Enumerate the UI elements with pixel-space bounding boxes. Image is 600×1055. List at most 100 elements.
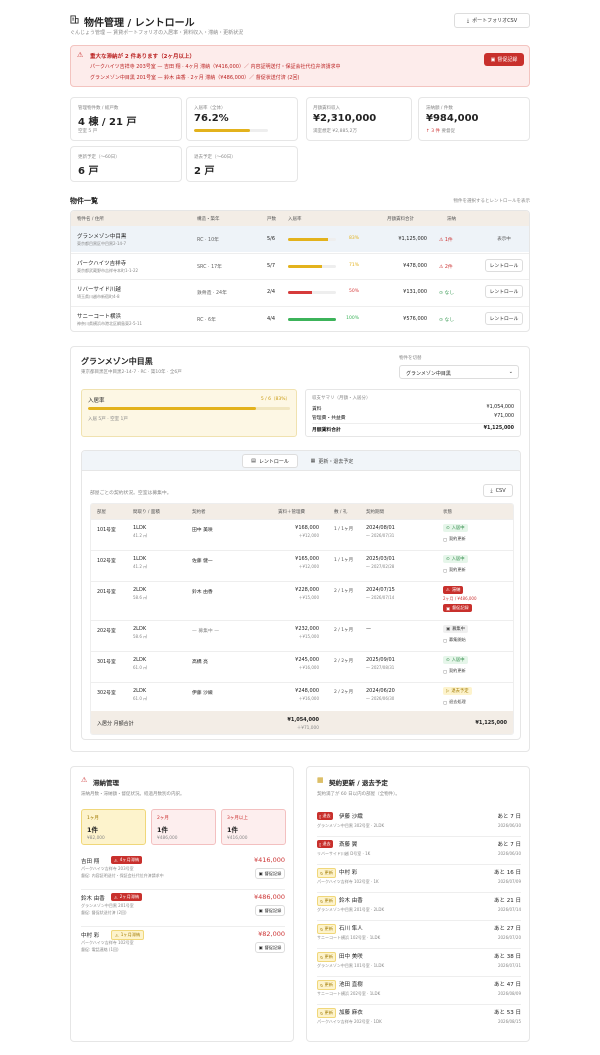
list-item[interactable]: ↻ 更新 池田 直樹 サニーコート横浜 202号室 · 1LDK あと 47 日 2026… (317, 976, 521, 1004)
dunning-note: 督促: 督促状送付済 (2回) (81, 910, 127, 915)
calendar-icon: ▦ (310, 458, 316, 464)
property-list-hint: 物件を選択するとレントロールを表示 (453, 199, 531, 204)
rentroll-header: 部屋 間取り / 面積 契約者 賃料＋管理費 敷 / 礼 契約期間 状態 (91, 504, 513, 519)
rentroll-table: 部屋 間取り / 面積 契約者 賃料＋管理費 敷 / 礼 契約期間 状態 101… (90, 503, 514, 735)
record-icon: ▣ (490, 56, 496, 63)
tenant-name: 鈴木 由香 (339, 898, 363, 904)
property-switch-select[interactable]: グランメゾン中目黒 ⌄ (399, 365, 519, 379)
tenant-name: 石川 隼人 (339, 926, 363, 932)
alert-record-button[interactable]: ▣ 督促記録 (484, 53, 524, 66)
delinquency-status: ⊙ なし (439, 291, 455, 296)
property-name: サニーコート横浜 (77, 313, 122, 320)
table-row[interactable]: グランメゾン中目黒 東京都目黒区中目黒2-14-7 RC · 10年 5/6 83% ¥1… (71, 226, 529, 252)
record-icon: ▣ (258, 871, 263, 876)
refresh-icon: ↻ (320, 954, 324, 960)
row-action-link[interactable]: ▢ 契約更新 (443, 668, 466, 674)
table-row[interactable]: 101号室 1LDK 41.2 ㎡ 田中 美咲 ¥168,000 ＋¥12,000 1 / … (91, 519, 513, 550)
kpi-value: 4 棟 / 21 戸 (78, 117, 137, 128)
expiry-date: 2026/06/30 (497, 823, 521, 828)
row-divider (71, 252, 529, 254)
delinquency-badge: ⚠ 2ヶ月滞納 (111, 893, 143, 901)
table-row[interactable]: 301号室 2LDK 61.0 ㎡ 高橋 亮 ¥245,000 ＋¥16,000 2 / 2… (91, 651, 513, 682)
tenant-name: 中村 彩 (339, 870, 358, 876)
row-action-link[interactable]: ▢ 退去処理 (443, 699, 466, 705)
tenant-name: 佐藤 健一 (192, 559, 213, 564)
dunning-record-button[interactable]: ▣ 督促記録 (255, 942, 285, 953)
row-divider (91, 651, 513, 652)
status-icon: ⊙ (446, 556, 450, 562)
list-item[interactable]: ↻ 更新 加藤 麻衣 パークハイツ吉祥寺 202号室 · 1DK あと 53 日 2026… (317, 1004, 521, 1032)
list-item[interactable]: ▯ 退去 伊藤 沙織 グランメゾン中目黒 302号室 · 2LDK あと 7 日 2026… (317, 810, 521, 836)
property-units: 5/7 (267, 262, 276, 269)
alert-line-2: グランメゾン中目黒 201号室 — 鈴木 由香 · 2ヶ月 滞納（¥486,00… (90, 75, 300, 81)
occupancy-label: 83% (348, 236, 359, 241)
delinquent-amount: ¥486,000 (253, 893, 285, 901)
kpi-value: 2 戸 (194, 166, 215, 177)
status-icon: ⚠ (446, 587, 450, 593)
dunning-record-button[interactable]: ▣ 督促記録 (255, 868, 285, 879)
row-action-link[interactable]: ▢ 募集開始 (443, 637, 466, 643)
table-row[interactable]: 202号室 2LDK 58.6 ㎡ — 募集中 — ¥232,000 ＋¥15,000 2 … (91, 620, 513, 651)
property-address: 神奈川県横浜市港北区綱島東2-5-11 (77, 320, 143, 326)
renewal-unit: サニーコート横浜 202号室 · 1LDK (317, 991, 381, 996)
days-remaining: あと 38 日 (494, 954, 521, 960)
contract-end: 〜 2027/02/28 (366, 564, 395, 569)
occupancy-box: 入居率 5 / 6（83%） 入居 5戸 · 空室 1戸 (81, 389, 297, 437)
expiry-date: 2026/07/20 (497, 935, 521, 940)
dunning-record-button[interactable]: ▣ 督促記録 (255, 905, 285, 916)
table-row[interactable]: リバーサイド川越 埼玉県川越市新宿町4-8 鉄骨造 · 24年 2/4 50% ¥131,… (71, 279, 529, 305)
bucket-2m[interactable]: 2ヶ月 1件 ¥486,000 (151, 809, 216, 845)
kpi-value: ¥2,310,000 (313, 113, 377, 124)
row-divider (71, 279, 529, 280)
delinquency-status: ⚠ 2件 (439, 264, 453, 270)
warning-icon: ⚠ (77, 51, 84, 59)
list-item[interactable]: ↻ 更新 中村 彩パークハイツ吉祥寺 102号室 · 1K あと 16 日 2026/0… (317, 864, 521, 892)
warning-icon: ⚠ (81, 776, 88, 784)
status-badge: ▷ 退去予定 (443, 687, 472, 695)
bucket-3m-plus[interactable]: 3ヶ月以上 1件 ¥416,000 (221, 809, 286, 845)
row-action-link[interactable]: ▢ 契約更新 (443, 567, 466, 573)
kpi-card-renewals: 更新予定（〜60日） 6 戸 (70, 146, 182, 182)
delinquent-amount: ¥82,000 (258, 930, 285, 938)
property-units: 2/4 (267, 289, 276, 295)
room-number: 301号室 (97, 660, 116, 665)
record-icon: ▣ (446, 605, 450, 611)
rentroll-button[interactable]: レントロール (485, 258, 523, 272)
room-area: 58.6 ㎡ (133, 634, 148, 639)
row-action-link[interactable]: ▢ 契約更新 (443, 536, 466, 542)
rentroll-footer: 入居分 月額合計 ¥1,054,000 ＋¥71,000 ¥1,125,000 (91, 711, 513, 734)
document-icon: ▢ (443, 699, 447, 705)
days-remaining: あと 7 日 (497, 842, 522, 848)
occupancy-progress-bar (194, 129, 268, 132)
portfolio-csv-button[interactable]: ⤓ ポートフォリオCSV (454, 13, 530, 28)
delinquency-panel: ⚠ 滞納管理 滞納月数・滞納額・督促状況。経過月数別の内訳。 1ヶ月 1件 ¥8… (70, 766, 294, 1042)
list-item[interactable]: ▯ 退去 斎藤 翼リバーサイド川越 D号室 · 1K あと 7 日 2026/06/30 (317, 836, 522, 864)
delinquency-status: ⊙ なし (439, 317, 455, 323)
tab-rentroll[interactable]: ▤ レントロール (242, 454, 298, 468)
list-item[interactable]: ↻ 更新 鈴木 由香 グランメゾン中目黒 201号室 · 2LDK あと 21 日 202… (317, 892, 521, 920)
table-row[interactable]: パークハイツ吉祥寺 東京都武蔵野市吉祥寺本町1-1-22 SRC · 17年 5/7 7… (71, 252, 529, 279)
rentroll-container: ▤ レントロール ▦ 更新・退去予定 部屋ごとの契約状況。空室は募集中。 ⤓ CSV … (81, 450, 521, 740)
bucket-1m[interactable]: 1ヶ月 1件 ¥82,000 (81, 809, 146, 845)
rentroll-button[interactable]: レントロール (485, 311, 523, 325)
document-icon: ▢ (443, 668, 447, 674)
table-row[interactable]: 201号室 2LDK 58.6 ㎡ 鈴木 由香 ¥228,000 ＋¥15,000 2 / … (91, 581, 513, 620)
table-row[interactable]: 302号室 2LDK 61.0 ㎡ 伊藤 沙織 ¥248,000 ＋¥16,000 2 / … (91, 682, 513, 713)
dunning-record-button[interactable]: ▣ 督促記録 (443, 604, 472, 612)
occupancy-fill (288, 291, 312, 294)
renewal-tag: ↻ 更新 (317, 952, 336, 962)
days-remaining: あと 7 日 (497, 814, 522, 820)
occupancy-bar (288, 317, 336, 321)
renewal-unit: グランメゾン中目黒 302号室 · 2LDK (317, 823, 385, 828)
table-row[interactable]: サニーコート横浜 神奈川県横浜市港北区綱島東2-5-11 RC · 6年 4/4 100… (71, 305, 529, 332)
status-icon: ▣ (446, 626, 451, 632)
list-item[interactable]: ↻ 更新 田中 美咲 グランメゾン中目黒 101号室 · 1LDK あと 38 日 202… (317, 948, 521, 976)
tab-renewals[interactable]: ▦ 更新・退去予定 (302, 454, 362, 468)
list-item[interactable]: ↻ 更新 石川 隼人 サニーコート横浜 102号室 · 1LDK あと 27 日 2026… (317, 920, 521, 948)
delinquency-badge: ⚠ 1ヶ月滞納 (111, 930, 145, 940)
rentroll-button[interactable]: レントロール (485, 285, 523, 298)
table-row[interactable]: 102号室 1LDK 41.2 ㎡ 佐藤 健一 ¥165,000 ＋¥12,000 1 / … (91, 550, 513, 581)
kpi-label: 退去予定（〜60日） (194, 155, 236, 160)
rentroll-csv-button[interactable]: ⤓ CSV (483, 484, 513, 497)
delinquency-sub: 滞納月数・滞納額・督促状況。経過月数別の内訳。 (81, 792, 185, 797)
